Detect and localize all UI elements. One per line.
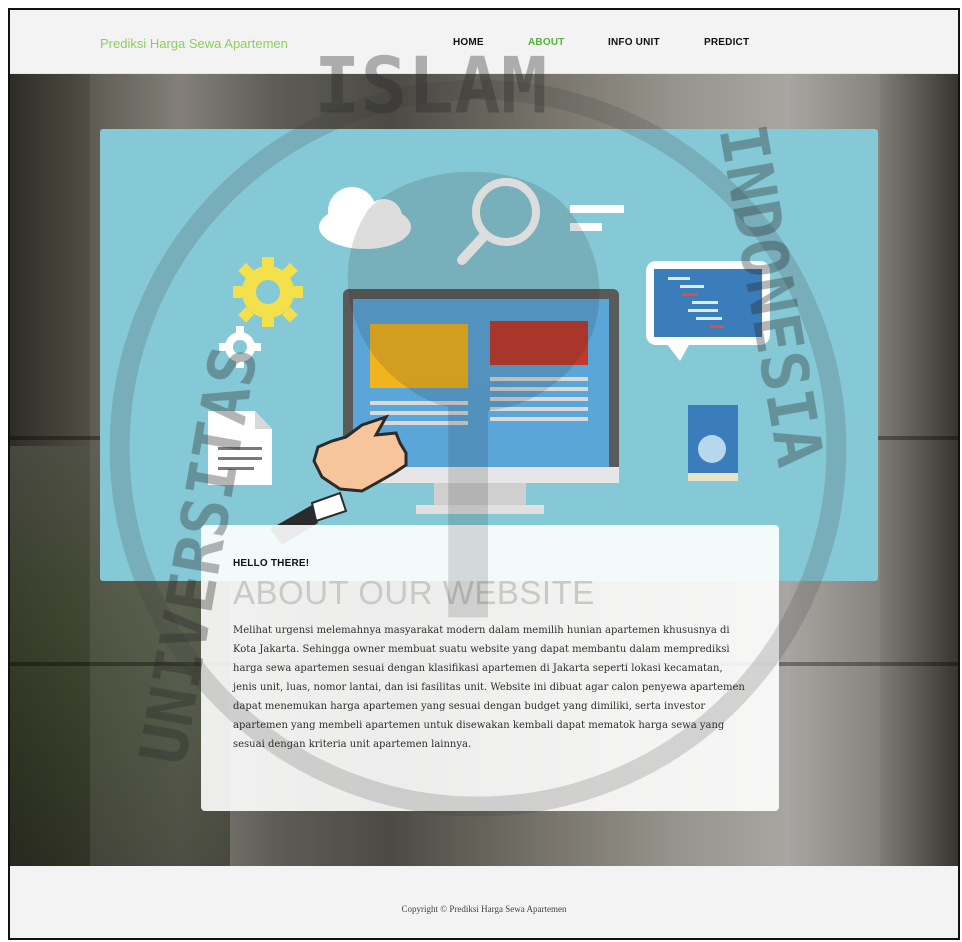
gear-small-icon	[219, 326, 261, 368]
kicker-text: HELLO THERE!	[233, 558, 310, 569]
hero-illustration	[100, 129, 878, 581]
about-description: Melihat urgensi melemahnya masyarakat mo…	[233, 625, 745, 750]
nav-home[interactable]: HOME	[453, 37, 484, 48]
magnifier-icon	[457, 178, 540, 265]
nav-about[interactable]: ABOUT	[528, 37, 565, 48]
brand-logo[interactable]: Prediksi Harga Sewa Apartemen	[100, 36, 288, 51]
nav-predict[interactable]: PREDICT	[704, 37, 749, 48]
footer: Copyright © Prediksi Harga Sewa Aparteme…	[10, 866, 958, 938]
copyright-text: Copyright © Prediksi Harga Sewa Aparteme…	[401, 904, 567, 914]
book-icon	[688, 405, 738, 481]
about-title: ABOUT OUR WEBSITE	[233, 574, 595, 611]
browser-viewport: Prediksi Harga Sewa Apartemen HOME ABOUT…	[8, 8, 960, 940]
navbar: Prediksi Harga Sewa Apartemen HOME ABOUT…	[10, 10, 958, 74]
computer-illustration	[208, 178, 770, 545]
gear-icon	[233, 257, 303, 327]
nav-info-unit[interactable]: INFO UNIT	[608, 37, 660, 48]
cloud-icon	[319, 187, 411, 249]
about-card: HELLO THERE! ABOUT OUR WEBSITE Melihat u…	[201, 525, 779, 811]
code-bubble-icon	[646, 261, 770, 361]
monitor-icon	[343, 289, 619, 514]
document-icon	[208, 411, 272, 485]
